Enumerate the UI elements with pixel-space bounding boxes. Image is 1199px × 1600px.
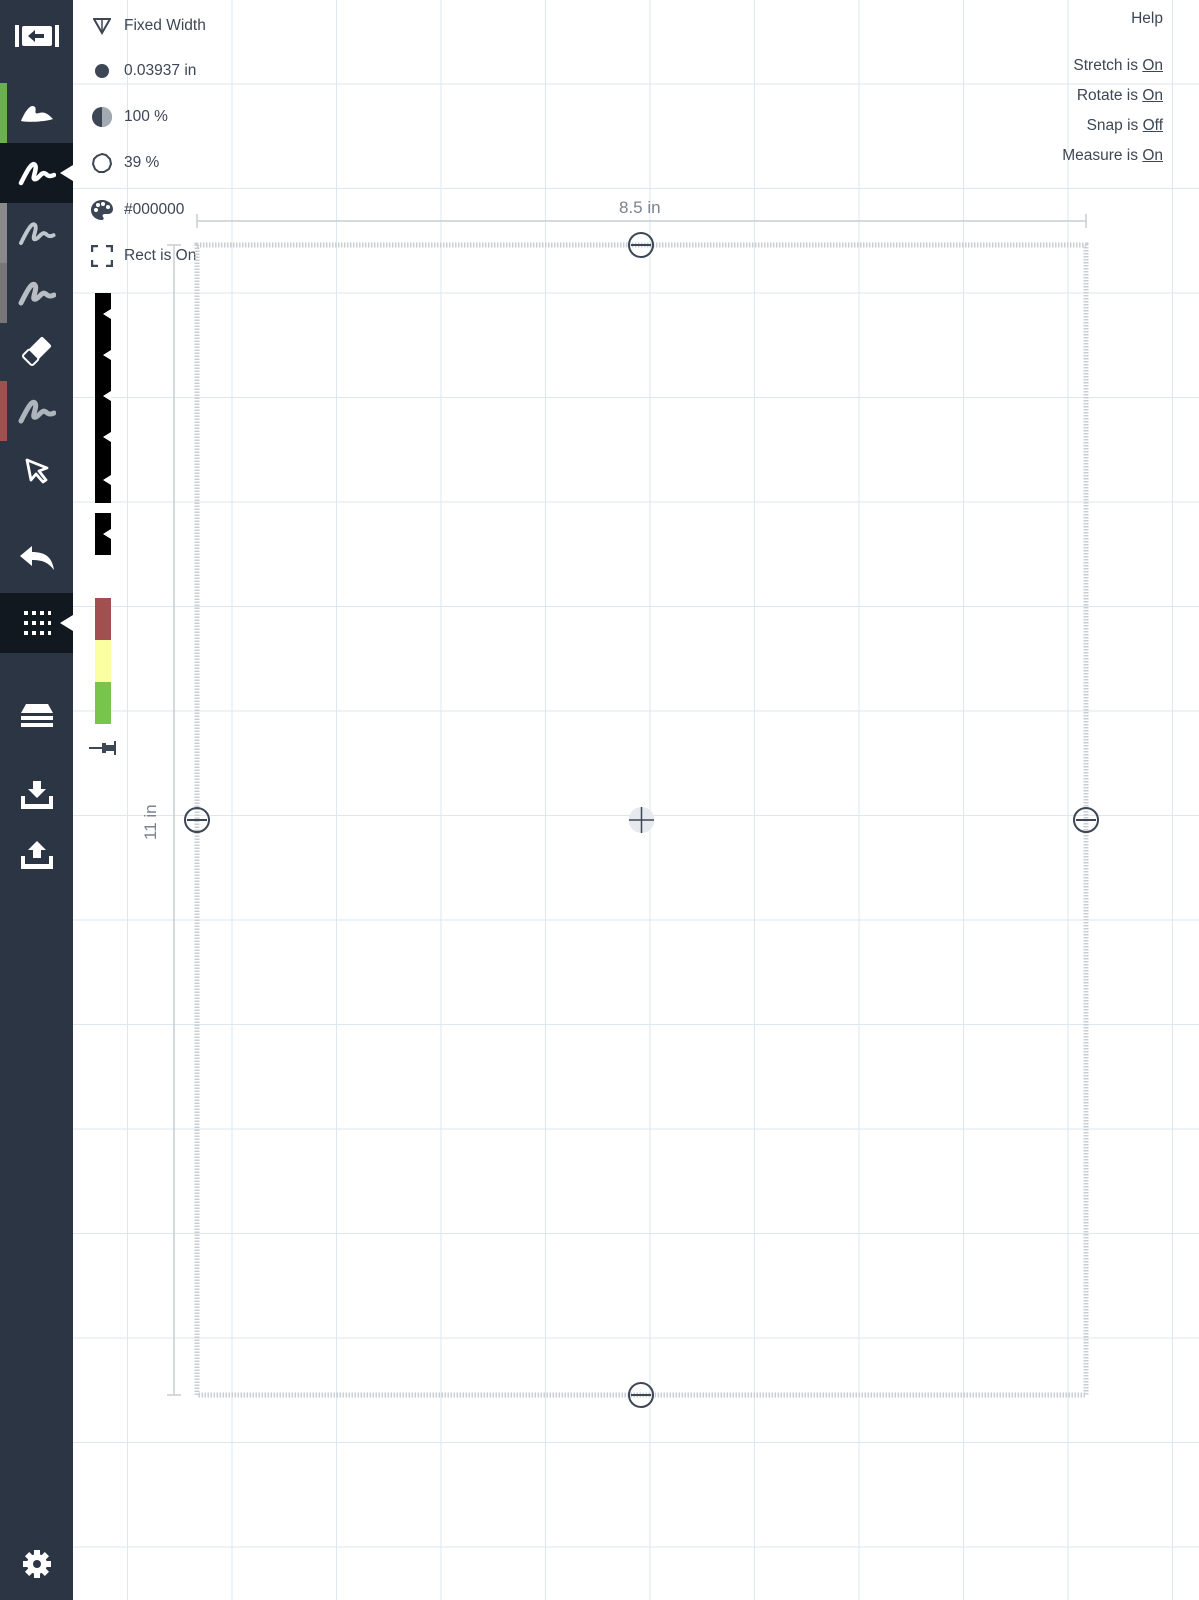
- resize-handle-left[interactable]: [184, 807, 210, 833]
- page-height-label: 11 in: [141, 804, 160, 840]
- page-frame: [167, 214, 1089, 1398]
- resize-handle-top[interactable]: [628, 232, 654, 258]
- resize-handle-right[interactable]: [1073, 807, 1099, 833]
- resize-handle-bottom[interactable]: [628, 1382, 654, 1408]
- page-width-label: 8.5 in: [619, 198, 661, 217]
